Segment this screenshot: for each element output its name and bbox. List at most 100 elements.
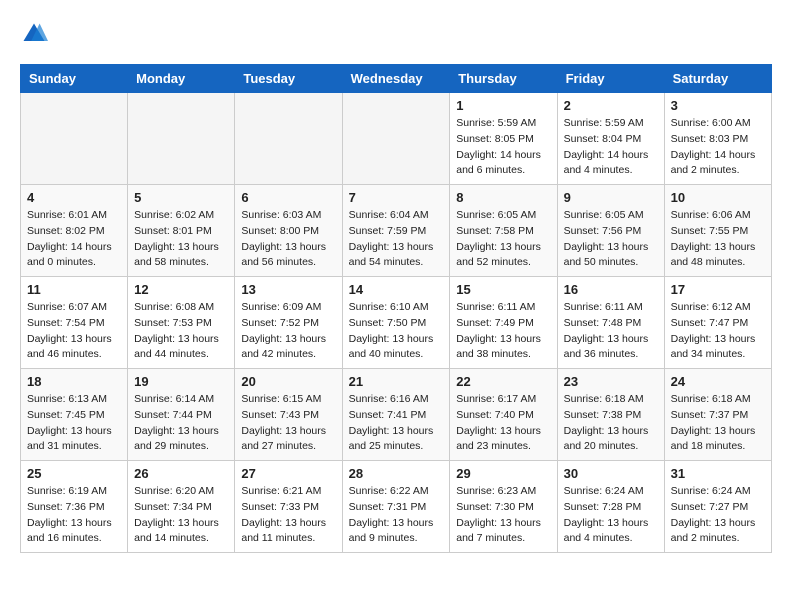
calendar-cell: 8 Sunrise: 6:05 AMSunset: 7:58 PMDaylight… xyxy=(450,185,557,277)
calendar-cell: 17Sunrise: 6:12 AMSunset: 7:47 PMDayligh… xyxy=(664,277,771,369)
day-number: 4 xyxy=(27,190,121,205)
calendar-cell: 16 Sunrise: 6:11 AMSunset: 7:48 PMDayligh… xyxy=(557,277,664,369)
calendar-cell: 22 Sunrise: 6:17 AMSunset: 7:40 PMDayligh… xyxy=(450,369,557,461)
cell-content: Sunrise: 6:19 AMSunset: 7:36 PMDaylight:… xyxy=(27,484,121,547)
calendar-cell: 11Sunrise: 6:07 AMSunset: 7:54 PMDayligh… xyxy=(21,277,128,369)
cell-content: Sunrise: 6:16 AMSunset: 7:41 PMDaylight:… xyxy=(349,392,444,455)
day-number: 22 xyxy=(456,374,550,389)
calendar-cell: 24Sunrise: 6:18 AMSunset: 7:37 PMDayligh… xyxy=(664,369,771,461)
day-header-saturday: Saturday xyxy=(664,65,771,93)
day-number: 2 xyxy=(564,98,658,113)
day-header-sunday: Sunday xyxy=(21,65,128,93)
day-number: 8 xyxy=(456,190,550,205)
day-number: 21 xyxy=(349,374,444,389)
calendar-cell: 29Sunrise: 6:23 AMSunset: 7:30 PMDayligh… xyxy=(450,461,557,553)
calendar-week-row: 4 Sunrise: 6:01 AMSunset: 8:02 PMDaylight… xyxy=(21,185,772,277)
cell-content: Sunrise: 6:05 AMSunset: 7:58 PMDaylight:… xyxy=(456,208,550,271)
calendar-header-row: SundayMondayTuesdayWednesdayThursdayFrid… xyxy=(21,65,772,93)
cell-content: Sunrise: 6:05 AMSunset: 7:56 PMDaylight:… xyxy=(564,208,658,271)
day-number: 30 xyxy=(564,466,658,481)
cell-content: Sunrise: 6:24 AMSunset: 7:28 PMDaylight:… xyxy=(564,484,658,547)
day-number: 12 xyxy=(134,282,228,297)
day-number: 23 xyxy=(564,374,658,389)
day-number: 9 xyxy=(564,190,658,205)
day-number: 31 xyxy=(671,466,765,481)
day-number: 15 xyxy=(456,282,550,297)
calendar-week-row: 25 Sunrise: 6:19 AMSunset: 7:36 PMDayligh… xyxy=(21,461,772,553)
calendar-cell xyxy=(342,93,450,185)
calendar-cell: 5Sunrise: 6:02 AMSunset: 8:01 PMDaylight… xyxy=(128,185,235,277)
calendar-cell xyxy=(128,93,235,185)
day-number: 29 xyxy=(456,466,550,481)
day-header-friday: Friday xyxy=(557,65,664,93)
logo xyxy=(20,20,52,48)
day-header-wednesday: Wednesday xyxy=(342,65,450,93)
calendar-cell: 13 Sunrise: 6:09 AMSunset: 7:52 PMDayligh… xyxy=(235,277,342,369)
cell-content: Sunrise: 6:11 AMSunset: 7:48 PMDaylight:… xyxy=(564,300,658,363)
cell-content: Sunrise: 6:01 AMSunset: 8:02 PMDaylight:… xyxy=(27,208,121,271)
day-number: 18 xyxy=(27,374,121,389)
day-number: 26 xyxy=(134,466,228,481)
cell-content: Sunrise: 6:15 AMSunset: 7:43 PMDaylight:… xyxy=(241,392,335,455)
day-number: 1 xyxy=(456,98,550,113)
calendar-cell: 15 Sunrise: 6:11 AMSunset: 7:49 PMDayligh… xyxy=(450,277,557,369)
calendar-cell: 2 Sunrise: 5:59 AMSunset: 8:04 PMDaylight… xyxy=(557,93,664,185)
cell-content: Sunrise: 6:18 AMSunset: 7:38 PMDaylight:… xyxy=(564,392,658,455)
day-number: 3 xyxy=(671,98,765,113)
cell-content: Sunrise: 5:59 AMSunset: 8:04 PMDaylight:… xyxy=(564,116,658,179)
calendar-week-row: 1 Sunrise: 5:59 AMSunset: 8:05 PMDaylight… xyxy=(21,93,772,185)
cell-content: Sunrise: 6:20 AMSunset: 7:34 PMDaylight:… xyxy=(134,484,228,547)
cell-content: Sunrise: 6:11 AMSunset: 7:49 PMDaylight:… xyxy=(456,300,550,363)
calendar-cell: 28 Sunrise: 6:22 AMSunset: 7:31 PMDayligh… xyxy=(342,461,450,553)
logo-icon xyxy=(20,20,48,48)
day-number: 11 xyxy=(27,282,121,297)
day-header-tuesday: Tuesday xyxy=(235,65,342,93)
cell-content: Sunrise: 6:17 AMSunset: 7:40 PMDaylight:… xyxy=(456,392,550,455)
calendar-cell: 10 Sunrise: 6:06 AMSunset: 7:55 PMDayligh… xyxy=(664,185,771,277)
calendar-cell: 12Sunrise: 6:08 AMSunset: 7:53 PMDayligh… xyxy=(128,277,235,369)
calendar-table: SundayMondayTuesdayWednesdayThursdayFrid… xyxy=(20,64,772,553)
calendar-cell: 31 Sunrise: 6:24 AMSunset: 7:27 PMDayligh… xyxy=(664,461,771,553)
day-number: 20 xyxy=(241,374,335,389)
calendar-cell: 4 Sunrise: 6:01 AMSunset: 8:02 PMDaylight… xyxy=(21,185,128,277)
calendar-week-row: 18 Sunrise: 6:13 AMSunset: 7:45 PMDayligh… xyxy=(21,369,772,461)
calendar-cell: 20 Sunrise: 6:15 AMSunset: 7:43 PMDayligh… xyxy=(235,369,342,461)
day-number: 19 xyxy=(134,374,228,389)
calendar-cell: 18 Sunrise: 6:13 AMSunset: 7:45 PMDayligh… xyxy=(21,369,128,461)
calendar-week-row: 11Sunrise: 6:07 AMSunset: 7:54 PMDayligh… xyxy=(21,277,772,369)
calendar-cell: 23 Sunrise: 6:18 AMSunset: 7:38 PMDayligh… xyxy=(557,369,664,461)
cell-content: Sunrise: 6:09 AMSunset: 7:52 PMDaylight:… xyxy=(241,300,335,363)
cell-content: Sunrise: 6:00 AMSunset: 8:03 PMDaylight:… xyxy=(671,116,765,179)
cell-content: Sunrise: 6:13 AMSunset: 7:45 PMDaylight:… xyxy=(27,392,121,455)
cell-content: Sunrise: 6:21 AMSunset: 7:33 PMDaylight:… xyxy=(241,484,335,547)
day-number: 16 xyxy=(564,282,658,297)
day-number: 27 xyxy=(241,466,335,481)
calendar-cell: 6Sunrise: 6:03 AMSunset: 8:00 PMDaylight… xyxy=(235,185,342,277)
calendar-cell: 27 Sunrise: 6:21 AMSunset: 7:33 PMDayligh… xyxy=(235,461,342,553)
calendar-cell: 9 Sunrise: 6:05 AMSunset: 7:56 PMDaylight… xyxy=(557,185,664,277)
day-number: 17 xyxy=(671,282,765,297)
cell-content: Sunrise: 6:22 AMSunset: 7:31 PMDaylight:… xyxy=(349,484,444,547)
cell-content: Sunrise: 6:10 AMSunset: 7:50 PMDaylight:… xyxy=(349,300,444,363)
day-header-thursday: Thursday xyxy=(450,65,557,93)
day-number: 5 xyxy=(134,190,228,205)
calendar-cell: 19 Sunrise: 6:14 AMSunset: 7:44 PMDayligh… xyxy=(128,369,235,461)
day-number: 7 xyxy=(349,190,444,205)
day-header-monday: Monday xyxy=(128,65,235,93)
cell-content: Sunrise: 6:24 AMSunset: 7:27 PMDaylight:… xyxy=(671,484,765,547)
day-number: 13 xyxy=(241,282,335,297)
cell-content: Sunrise: 6:06 AMSunset: 7:55 PMDaylight:… xyxy=(671,208,765,271)
day-number: 28 xyxy=(349,466,444,481)
day-number: 6 xyxy=(241,190,335,205)
cell-content: Sunrise: 6:14 AMSunset: 7:44 PMDaylight:… xyxy=(134,392,228,455)
cell-content: Sunrise: 5:59 AMSunset: 8:05 PMDaylight:… xyxy=(456,116,550,179)
day-number: 25 xyxy=(27,466,121,481)
calendar-cell xyxy=(235,93,342,185)
day-number: 14 xyxy=(349,282,444,297)
page-header xyxy=(20,20,772,48)
day-number: 10 xyxy=(671,190,765,205)
calendar-cell: 25 Sunrise: 6:19 AMSunset: 7:36 PMDayligh… xyxy=(21,461,128,553)
calendar-cell xyxy=(21,93,128,185)
day-number: 24 xyxy=(671,374,765,389)
calendar-cell: 14 Sunrise: 6:10 AMSunset: 7:50 PMDayligh… xyxy=(342,277,450,369)
